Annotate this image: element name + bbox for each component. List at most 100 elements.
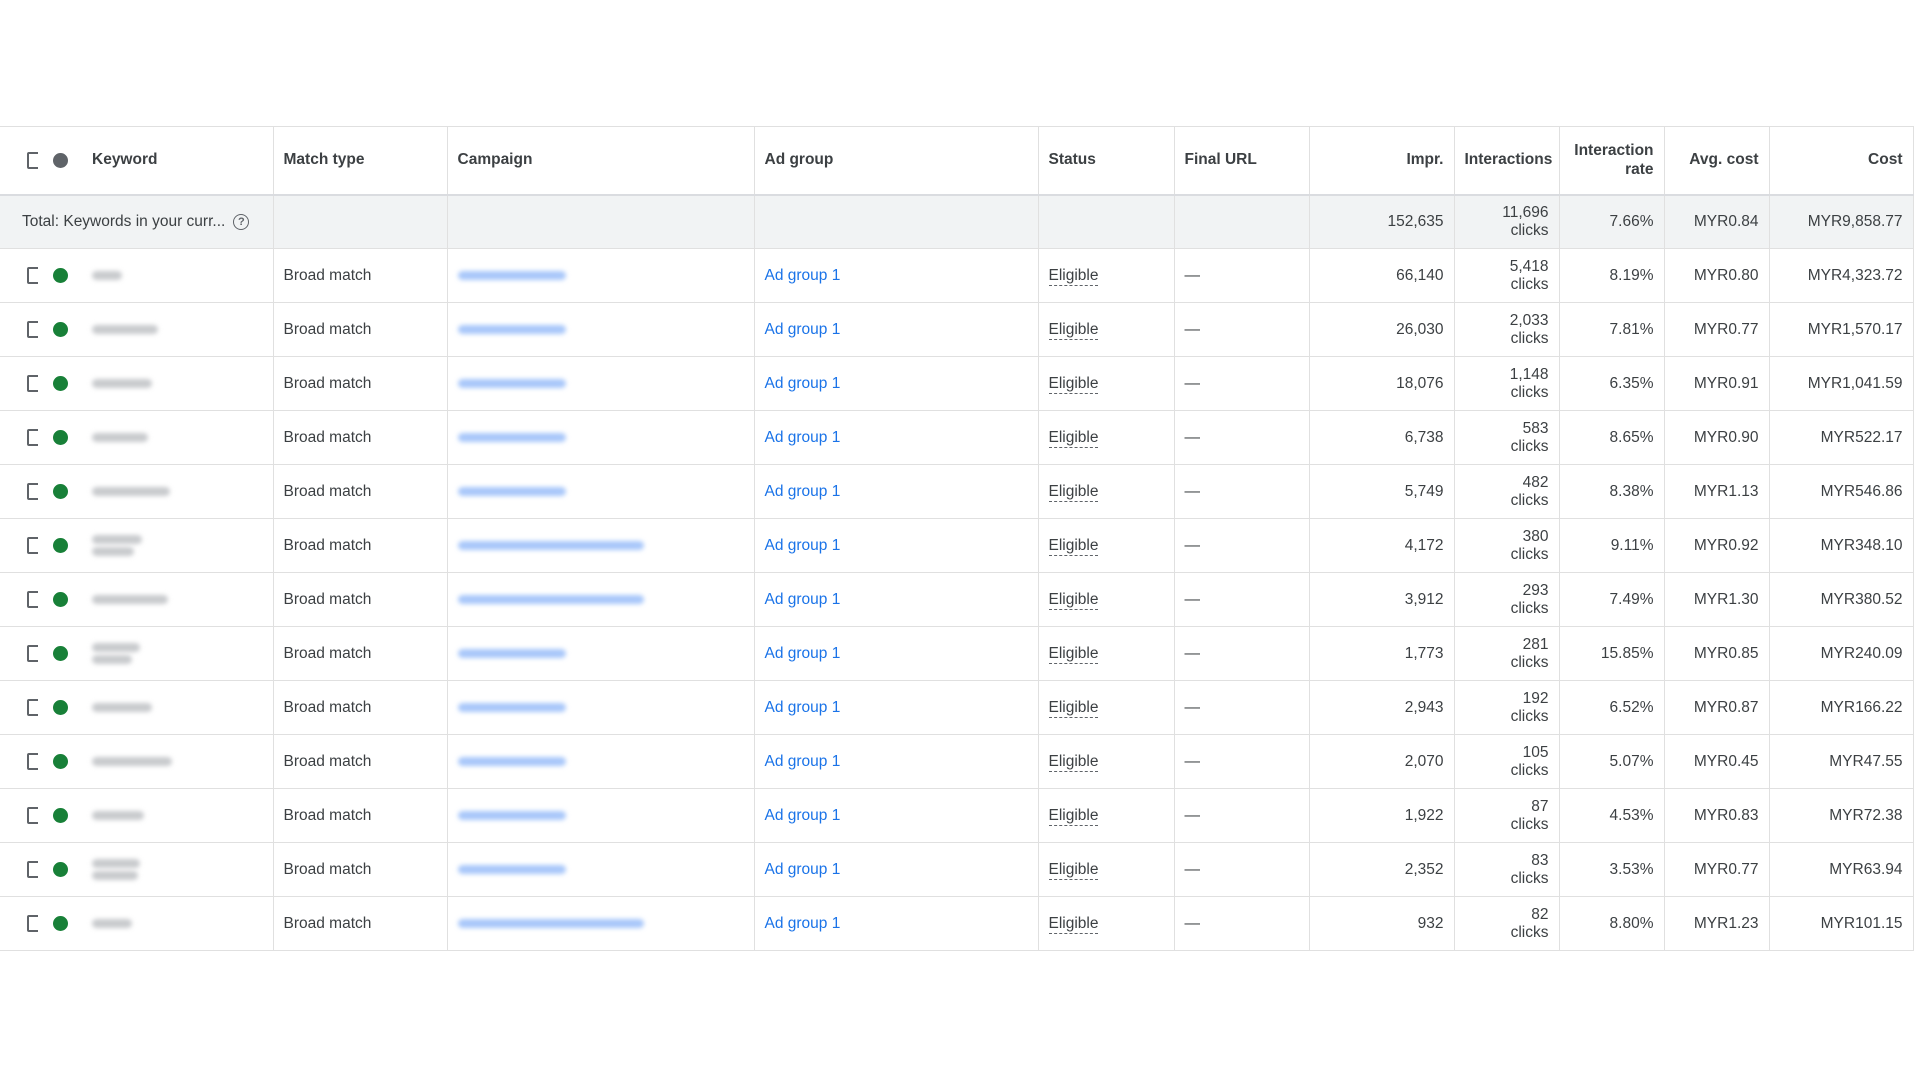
- campaign-cell[interactable]: [447, 626, 755, 681]
- ad-group-link[interactable]: Ad group 1: [765, 699, 841, 716]
- campaign-cell[interactable]: [447, 518, 755, 573]
- keyword-cell[interactable]: [82, 842, 274, 897]
- row-checkbox[interactable]: [27, 644, 38, 662]
- ad-group-link[interactable]: Ad group 1: [765, 429, 841, 446]
- ad-group-cell[interactable]: Ad group 1: [754, 626, 1039, 681]
- redacted-campaign-link[interactable]: [457, 810, 566, 820]
- column-header-interactions[interactable]: Interactions: [1454, 126, 1560, 196]
- status-dot-icon[interactable]: [53, 152, 68, 168]
- column-header-campaign[interactable]: Campaign: [447, 126, 755, 196]
- ad-group-link[interactable]: Ad group 1: [765, 483, 841, 500]
- row-checkbox[interactable]: [27, 860, 38, 878]
- campaign-cell[interactable]: [447, 896, 755, 951]
- row-checkbox[interactable]: [27, 752, 38, 770]
- row-checkbox[interactable]: [27, 266, 38, 284]
- row-checkbox[interactable]: [27, 320, 38, 338]
- ad-group-link[interactable]: Ad group 1: [765, 807, 841, 824]
- table-row[interactable]: Broad match Ad group 1 Eligible — 66,140…: [0, 248, 1914, 303]
- redacted-campaign-link[interactable]: [457, 324, 566, 334]
- redacted-campaign-link[interactable]: [457, 702, 566, 712]
- status-eligible[interactable]: Eligible: [1048, 590, 1099, 610]
- column-header-avg-cost[interactable]: Avg. cost: [1664, 126, 1770, 196]
- ad-group-cell[interactable]: Ad group 1: [754, 734, 1039, 789]
- ad-group-link[interactable]: Ad group 1: [765, 645, 841, 662]
- campaign-cell[interactable]: [447, 464, 755, 519]
- row-checkbox-cell[interactable]: [0, 842, 38, 897]
- row-checkbox[interactable]: [27, 914, 38, 932]
- ad-group-link[interactable]: Ad group 1: [765, 375, 841, 392]
- redacted-campaign-link[interactable]: [457, 378, 566, 388]
- campaign-cell[interactable]: [447, 842, 755, 897]
- row-checkbox[interactable]: [27, 806, 38, 824]
- redacted-campaign-link[interactable]: [457, 270, 566, 280]
- status-eligible[interactable]: Eligible: [1048, 320, 1099, 340]
- row-checkbox-cell[interactable]: [0, 410, 38, 465]
- campaign-cell[interactable]: [447, 302, 755, 357]
- column-header-interaction-rate[interactable]: Interaction rate: [1559, 126, 1665, 196]
- keyword-cell[interactable]: [82, 518, 274, 573]
- row-checkbox[interactable]: [27, 428, 38, 446]
- keyword-cell[interactable]: [82, 626, 274, 681]
- table-row[interactable]: Broad match Ad group 1 Eligible — 2,943 …: [0, 680, 1914, 735]
- redacted-campaign-link[interactable]: [457, 486, 566, 496]
- ad-group-cell[interactable]: Ad group 1: [754, 356, 1039, 411]
- status-eligible[interactable]: Eligible: [1048, 860, 1099, 880]
- ad-group-cell[interactable]: Ad group 1: [754, 302, 1039, 357]
- table-row[interactable]: Broad match Ad group 1 Eligible — 1,922 …: [0, 788, 1914, 843]
- row-checkbox-cell[interactable]: [0, 464, 38, 519]
- row-checkbox-cell[interactable]: [0, 518, 38, 573]
- row-checkbox-cell[interactable]: [0, 896, 38, 951]
- keyword-cell[interactable]: [82, 680, 274, 735]
- keyword-cell[interactable]: [82, 410, 274, 465]
- table-row[interactable]: Broad match Ad group 1 Eligible — 2,070 …: [0, 734, 1914, 789]
- column-header-match-type[interactable]: Match type: [273, 126, 448, 196]
- ad-group-cell[interactable]: Ad group 1: [754, 896, 1039, 951]
- column-header-ad-group[interactable]: Ad group: [754, 126, 1039, 196]
- status-eligible[interactable]: Eligible: [1048, 428, 1099, 448]
- ad-group-link[interactable]: Ad group 1: [765, 915, 841, 932]
- table-row[interactable]: Broad match Ad group 1 Eligible — 932 82…: [0, 896, 1914, 951]
- ad-group-link[interactable]: Ad group 1: [765, 321, 841, 338]
- redacted-campaign-link[interactable]: [457, 432, 566, 442]
- keyword-cell[interactable]: [82, 302, 274, 357]
- row-checkbox-cell[interactable]: [0, 734, 38, 789]
- status-eligible[interactable]: Eligible: [1048, 752, 1099, 772]
- ad-group-cell[interactable]: Ad group 1: [754, 518, 1039, 573]
- redacted-campaign-link[interactable]: [457, 540, 644, 550]
- column-header-cost[interactable]: Cost: [1769, 126, 1914, 196]
- table-row[interactable]: Broad match Ad group 1 Eligible — 4,172 …: [0, 518, 1914, 573]
- status-eligible[interactable]: Eligible: [1048, 266, 1099, 286]
- campaign-cell[interactable]: [447, 734, 755, 789]
- campaign-cell[interactable]: [447, 680, 755, 735]
- ad-group-cell[interactable]: Ad group 1: [754, 410, 1039, 465]
- keyword-cell[interactable]: [82, 464, 274, 519]
- ad-group-cell[interactable]: Ad group 1: [754, 788, 1039, 843]
- ad-group-link[interactable]: Ad group 1: [765, 753, 841, 770]
- keyword-cell[interactable]: [82, 356, 274, 411]
- campaign-cell[interactable]: [447, 410, 755, 465]
- ad-group-cell[interactable]: Ad group 1: [754, 248, 1039, 303]
- table-row[interactable]: Broad match Ad group 1 Eligible — 26,030…: [0, 302, 1914, 357]
- row-checkbox[interactable]: [27, 374, 38, 392]
- table-row[interactable]: Broad match Ad group 1 Eligible — 6,738 …: [0, 410, 1914, 465]
- status-eligible[interactable]: Eligible: [1048, 482, 1099, 502]
- table-row[interactable]: Broad match Ad group 1 Eligible — 5,749 …: [0, 464, 1914, 519]
- row-checkbox-cell[interactable]: [0, 572, 38, 627]
- campaign-cell[interactable]: [447, 248, 755, 303]
- table-row[interactable]: Broad match Ad group 1 Eligible — 2,352 …: [0, 842, 1914, 897]
- ad-group-link[interactable]: Ad group 1: [765, 861, 841, 878]
- redacted-campaign-link[interactable]: [457, 594, 644, 604]
- campaign-cell[interactable]: [447, 788, 755, 843]
- redacted-campaign-link[interactable]: [457, 648, 566, 658]
- ad-group-cell[interactable]: Ad group 1: [754, 464, 1039, 519]
- table-row[interactable]: Broad match Ad group 1 Eligible — 1,773 …: [0, 626, 1914, 681]
- keyword-cell[interactable]: [82, 896, 274, 951]
- row-checkbox[interactable]: [27, 698, 38, 716]
- keyword-cell[interactable]: [82, 572, 274, 627]
- keyword-cell[interactable]: [82, 248, 274, 303]
- row-checkbox-cell[interactable]: [0, 302, 38, 357]
- campaign-cell[interactable]: [447, 356, 755, 411]
- column-header-final-url[interactable]: Final URL: [1174, 126, 1310, 196]
- row-checkbox-cell[interactable]: [0, 788, 38, 843]
- status-eligible[interactable]: Eligible: [1048, 536, 1099, 556]
